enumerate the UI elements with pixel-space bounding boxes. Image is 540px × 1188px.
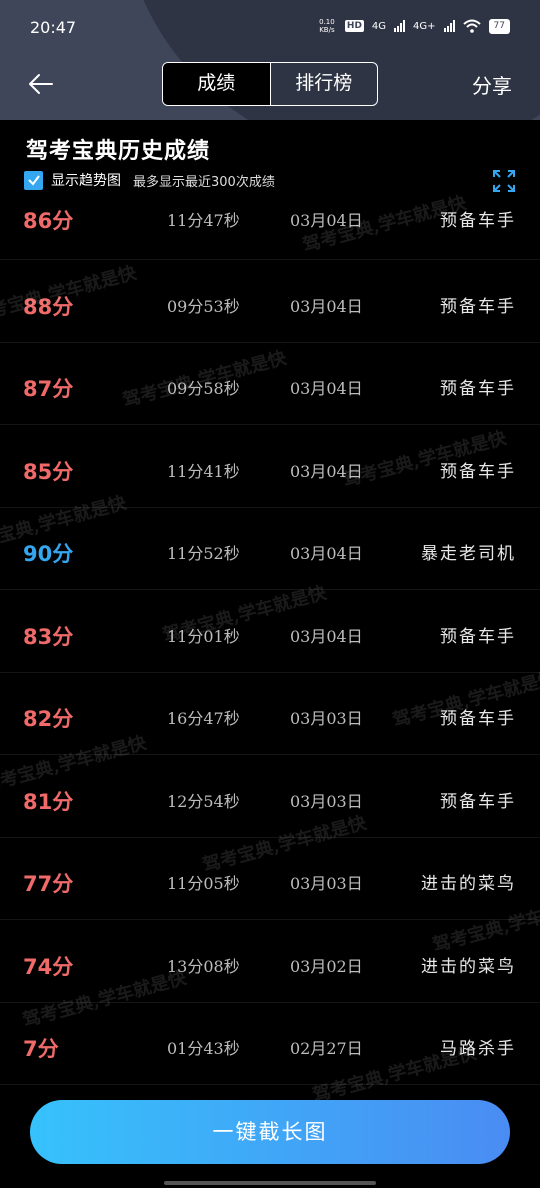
date-value: 03月03日	[290, 791, 363, 811]
date-value: 03月03日	[290, 709, 363, 728]
score-value: 90分	[23, 542, 74, 566]
tab-leaderboard[interactable]: 排行榜	[269, 63, 378, 105]
duration-value: 01分43秒	[167, 1039, 240, 1058]
date-value: 02月27日	[290, 1039, 363, 1058]
score-value: 7分	[23, 1037, 59, 1061]
date-value: 03月04日	[290, 626, 363, 646]
score-value: 77分	[23, 872, 74, 896]
signal-icon	[394, 20, 406, 32]
battery-icon: 77	[488, 18, 510, 34]
status-time: 20:47	[30, 18, 77, 37]
back-arrow-icon	[29, 74, 53, 94]
share-button[interactable]: 分享	[472, 70, 512, 99]
sim1-label: 4G	[371, 20, 387, 32]
rank-title: 预备车手	[440, 791, 516, 812]
tab-scores[interactable]: 成绩	[163, 63, 270, 105]
rank-title: 进击的菜鸟	[421, 874, 516, 894]
back-button[interactable]	[26, 70, 56, 98]
rank-title: 预备车手	[440, 626, 516, 647]
date-value: 03月04日	[290, 296, 363, 316]
sim2-label: 4G+	[413, 20, 436, 32]
header: 20:47 0.10 KB/s HD 4G 4G+ 77 成绩 排行榜 分享	[0, 0, 540, 120]
signal-icon	[443, 20, 455, 32]
home-indicator[interactable]	[164, 1181, 376, 1185]
duration-value: 12分54秒	[167, 791, 240, 811]
status-bar: 20:47 0.10 KB/s HD 4G 4G+ 77	[0, 0, 540, 56]
duration-value: 11分05秒	[167, 874, 240, 893]
duration-value: 11分41秒	[167, 461, 240, 481]
date-value: 03月04日	[290, 544, 363, 563]
score-value: 83分	[23, 624, 74, 649]
score-value: 87分	[23, 377, 74, 401]
score-value: 81分	[23, 789, 74, 814]
rank-title: 暴走老司机	[421, 544, 516, 564]
score-value: 74分	[23, 954, 74, 979]
hd-icon: HD	[344, 20, 364, 32]
date-value: 03月02日	[290, 956, 363, 976]
score-value: 85分	[23, 459, 74, 484]
score-value: 86分	[23, 209, 74, 233]
status-icons: 0.10 KB/s HD 4G 4G+ 77	[317, 18, 510, 34]
duration-value: 11分47秒	[167, 211, 240, 230]
date-value: 03月03日	[290, 874, 363, 893]
rank-title: 预备车手	[440, 379, 516, 399]
page-title: 驾考宝典历史成绩	[26, 138, 211, 164]
tab-switcher: 成绩 排行榜	[162, 62, 378, 106]
date-value: 03月04日	[290, 379, 363, 398]
net-speed: 0.10 KB/s	[319, 18, 335, 34]
duration-value: 09分53秒	[167, 296, 240, 316]
score-value: 82分	[23, 707, 74, 731]
rank-title: 预备车手	[440, 296, 516, 317]
duration-value: 16分47秒	[167, 709, 240, 728]
wifi-icon	[462, 19, 481, 33]
long-screenshot-button[interactable]: 一键截长图	[30, 1100, 510, 1164]
duration-value: 11分52秒	[167, 544, 240, 563]
